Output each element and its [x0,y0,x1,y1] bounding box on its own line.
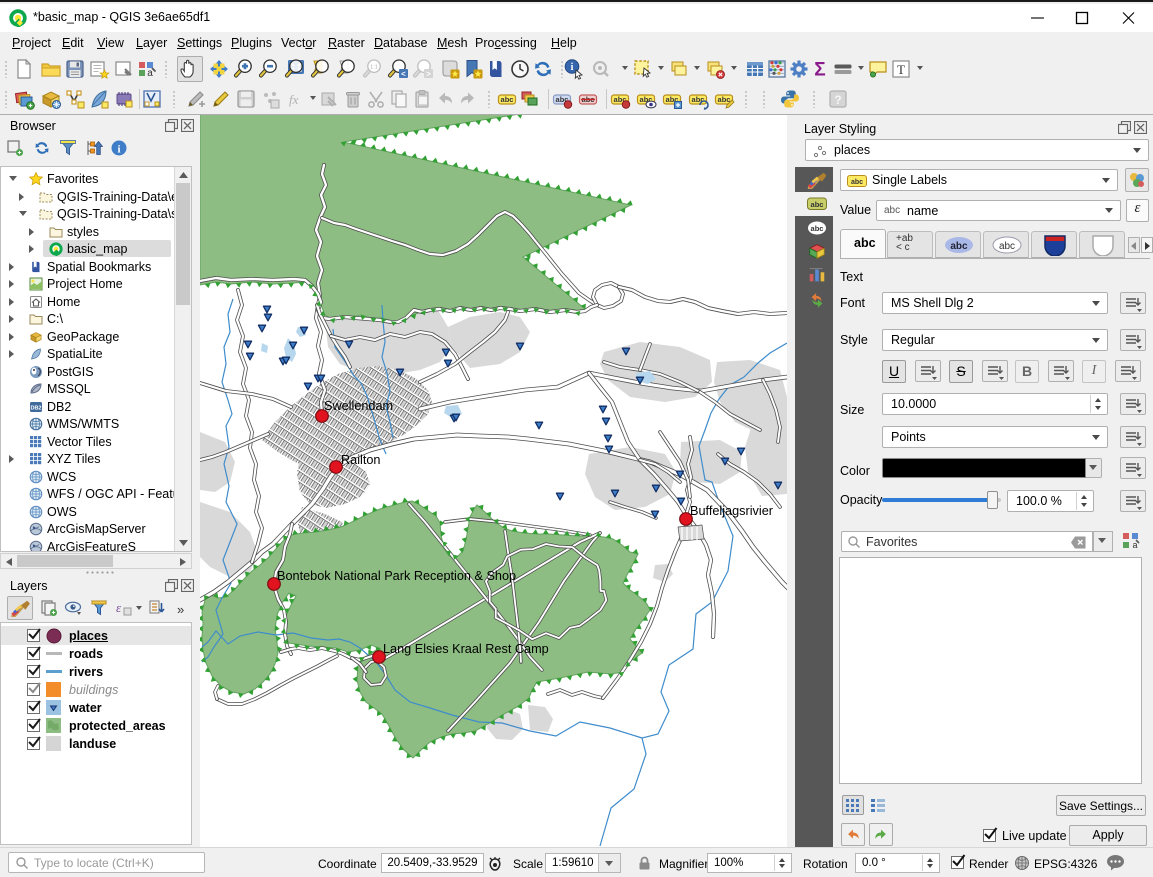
svg-text:Railton: Railton [341,453,381,467]
svg-text:abc: abc [718,95,731,104]
svg-text:Buffeljagsrivier: Buffeljagsrivier [690,504,774,518]
svg-text:?: ? [834,93,841,107]
svg-text:abc: abc [501,95,514,104]
svg-text:abc: abc [811,200,824,209]
svg-text:>: > [426,70,431,79]
svg-text:1:1: 1:1 [370,65,378,71]
svg-text:T: T [897,62,905,77]
svg-text:DB2: DB2 [30,405,41,411]
svg-text:abc: abc [999,241,1015,252]
svg-text:ε: ε [116,600,122,615]
svg-text:abc: abc [950,241,968,252]
svg-text:Lang Elsies Kraal Rest Camp: Lang Elsies Kraal Rest Camp [383,642,549,656]
svg-text:i: i [117,144,120,156]
svg-text:Σ: Σ [814,60,825,81]
svg-text:Bontebok National Park Recepti: Bontebok National Park Reception & Shop [277,569,516,583]
svg-text:fx: fx [289,92,299,107]
svg-text:a: a [147,68,153,79]
svg-text:<: < [401,70,406,79]
svg-text:abc: abc [851,179,863,186]
svg-text:abc: abc [692,95,705,104]
svg-text:i: i [571,62,574,73]
svg-text:Swellendam: Swellendam [324,399,393,413]
svg-text:abc: abc [811,224,824,233]
